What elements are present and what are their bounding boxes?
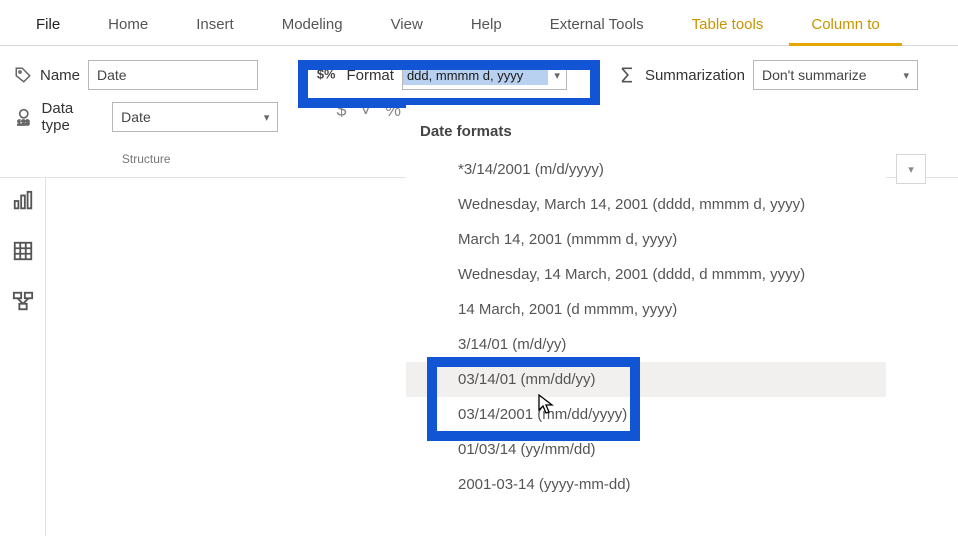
group-summarization: Summarization Don't summarize <box>617 60 918 90</box>
overflow-select[interactable]: ▾ <box>896 154 926 184</box>
date-format-option[interactable]: 14 March, 2001 (d mmmm, yyyy) <box>406 292 886 327</box>
datatype-icon: 123 <box>14 107 34 127</box>
date-format-option[interactable]: Wednesday, March 14, 2001 (dddd, mmmm d,… <box>406 187 886 222</box>
tab-home[interactable]: Home <box>84 6 172 45</box>
name-label: Name <box>40 67 80 84</box>
chevron-down-icon[interactable]: ˅ <box>360 100 371 121</box>
datatype-select[interactable]: Date <box>112 102 278 132</box>
format-value: ddd, mmmm d, yyyy <box>403 66 548 85</box>
dropdown-header: Date formats <box>406 117 886 152</box>
sigma-icon <box>617 65 637 85</box>
tab-table-tools[interactable]: Table tools <box>668 6 788 45</box>
tab-view[interactable]: View <box>367 6 447 45</box>
currency-icon[interactable]: $ <box>336 100 346 121</box>
date-format-option[interactable]: 2001-03-14 (yyyy-mm-dd) <box>406 467 886 502</box>
summarization-label: Summarization <box>645 67 745 84</box>
date-format-option[interactable]: 3/14/01 (m/d/yy) <box>406 327 886 362</box>
report-view-icon[interactable] <box>12 190 34 212</box>
tag-icon <box>14 66 32 84</box>
structure-caption: Structure <box>14 152 278 166</box>
date-format-option[interactable]: *3/14/2001 (m/d/yyyy) <box>406 152 886 187</box>
data-view-icon[interactable] <box>12 240 34 262</box>
date-format-option[interactable]: March 14, 2001 (mmmm d, yyyy) <box>406 222 886 257</box>
svg-text:$%: $% <box>317 67 336 82</box>
date-format-option[interactable]: 01/03/14 (yy/mm/dd) <box>406 432 886 467</box>
datatype-value: Date <box>121 109 151 125</box>
format-label: Format <box>346 67 394 84</box>
date-format-option[interactable]: Wednesday, 14 March, 2001 (dddd, d mmmm,… <box>406 257 886 292</box>
svg-text:123: 123 <box>17 118 29 127</box>
tab-insert[interactable]: Insert <box>172 6 258 45</box>
name-input[interactable] <box>88 60 258 90</box>
model-view-icon[interactable] <box>12 290 34 312</box>
summarization-value: Don't summarize <box>762 67 867 83</box>
format-dropdown: Date formats *3/14/2001 (m/d/yyyy) Wedne… <box>406 105 886 520</box>
tab-modeling[interactable]: Modeling <box>258 6 367 45</box>
date-format-option-hover[interactable]: 03/14/01 (mm/dd/yy) <box>406 362 886 397</box>
left-nav-rail <box>0 178 46 536</box>
percent-icon[interactable]: % <box>385 100 401 121</box>
datatype-label: Data type <box>42 100 105 134</box>
tab-column-tools[interactable]: Column to <box>787 6 903 45</box>
summarization-select[interactable]: Don't summarize <box>753 60 918 90</box>
date-format-option[interactable]: 03/14/2001 (mm/dd/yyyy) <box>406 397 886 432</box>
group-structure: Name 123 Data type Date Structure <box>14 60 278 166</box>
tab-file[interactable]: File <box>12 6 84 45</box>
format-icon: $% <box>314 64 338 86</box>
menu-tabs: File Home Insert Modeling View Help Exte… <box>0 0 958 46</box>
tab-external-tools[interactable]: External Tools <box>526 6 668 45</box>
format-select[interactable]: ddd, mmmm d, yyyy <box>402 60 567 90</box>
tab-help[interactable]: Help <box>447 6 526 45</box>
